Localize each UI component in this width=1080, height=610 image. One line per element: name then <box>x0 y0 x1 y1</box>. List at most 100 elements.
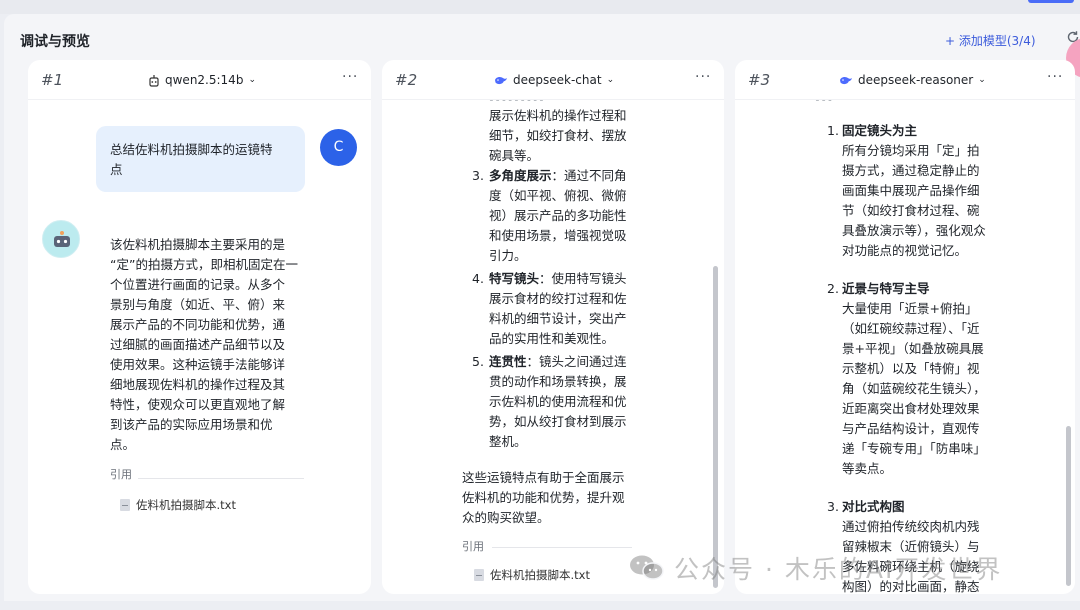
reference-divider <box>492 547 632 548</box>
list-item-text: 与产品结构设计，直观传 <box>842 421 980 436</box>
list-item: 5. 连贯性：镜头之间通过连 贯的动作和场景转换，展 示佐料机的使用流程和优 势… <box>472 352 702 452</box>
list-item-body: 大量使用「近景+俯拍」 （如红碗绞蒜过程）、「近 景+平视」（如叠放碗具展 示整… <box>842 299 1022 479</box>
list-number: 4. <box>472 271 484 286</box>
scrollbar[interactable] <box>713 266 718 588</box>
list-number: 3. <box>827 499 839 514</box>
list-item-text: ：通过不同角 <box>551 168 627 183</box>
more-options-icon[interactable]: ··· <box>1047 69 1063 85</box>
list-item-text: 和使用场景，增强视觉吸 <box>489 228 627 243</box>
answer-list: 1. 固定镜头为主 所有分镜均采用「定」拍 摄方式，通过稳定静止的 画面集中展现… <box>827 121 1047 594</box>
list-item-text: 景+平视」（如叠放碗具展 <box>842 341 984 356</box>
list-item-text: 示佐料机的使用流程和优 <box>489 394 627 409</box>
list-item-text: 展示食材的绞打过程和佐 <box>489 291 627 306</box>
list-item: 2. 近景与特写主导 <box>827 279 1047 299</box>
model-name: deepseek-chat <box>513 73 602 87</box>
answer-list: 3. 多角度展示：通过不同角 度（如平视、俯视、微俯 视）展示产品的多功能性 和… <box>472 166 702 452</box>
model-name: deepseek-reasoner <box>858 73 974 87</box>
list-item-text: ：镜头之间通过连 <box>526 354 627 369</box>
list-item: 4. 特写镜头：使用特写镜头 展示食材的绞打过程和佐 料机的细节设计，突出产 品… <box>472 269 702 349</box>
answer-line: 展示产品的不同功能和优势，通 <box>110 317 286 332</box>
user-avatar: C <box>320 129 357 166</box>
answer-line: 细地展现佐料机的操作过程及其 <box>110 377 286 392</box>
list-item-body: 所有分镜均采用「定」拍 摄方式，通过稳定静止的 画面集中展现产品操作细 节（如绞… <box>842 141 1022 261</box>
panel-title: 调试与预览 <box>20 34 90 50</box>
list-item-text: 具叠放演示等），强化观众 <box>842 223 986 238</box>
card-number: #3 <box>748 71 771 89</box>
bot-avatar <box>42 220 80 258</box>
model-card-1: #1 qwen2.5:14b ⌄ ··· 总结佐料机拍摄脚本的运镜特 点 C 该… <box>28 60 371 594</box>
answer-line: 该佐料机拍摄脚本主要采用的是 <box>110 237 286 252</box>
reference-file-name: 佐料机拍摄脚本.txt <box>490 568 590 582</box>
list-item-text: 对功能点的视觉记忆。 <box>842 243 968 258</box>
list-item-text: ：使用特写镜头 <box>539 271 627 286</box>
list-item-title: 固定镜头为主 <box>842 123 918 138</box>
reference-file[interactable]: 佐料机拍摄脚本.txt <box>120 495 308 515</box>
reference-label: 引用 <box>110 468 132 481</box>
whale-icon <box>840 76 852 84</box>
answer-line: 到该产品的实际应用场景和优 <box>110 417 273 432</box>
list-item-text: 角（如蓝碗绞花生镜头）， <box>842 381 986 396</box>
user-message: 总结佐料机拍摄脚本的运镜特 点 <box>96 126 305 192</box>
top-strip <box>0 0 1080 14</box>
model-card-3: #3 deepseek-reasoner ⌄ ··· 。。。 1. 固定镜头为主… <box>735 60 1075 594</box>
bottom-band <box>4 601 1080 610</box>
reference-divider <box>138 478 304 479</box>
list-item-title: 近景与特写主导 <box>842 281 930 296</box>
wechat-icon <box>628 554 666 582</box>
list-item-title: 对比式构图 <box>842 499 905 514</box>
answer-line: 使用效果。这种运镜手法能够详 <box>110 357 286 372</box>
list-number: 2. <box>827 281 839 296</box>
model-selector[interactable]: deepseek-reasoner ⌄ <box>839 73 986 87</box>
list-item-text: 大量使用「近景+俯拍」 <box>842 301 978 316</box>
card-header: #3 deepseek-reasoner ⌄ ··· <box>735 60 1075 100</box>
list-item-text: 递「专碗专用」「防串味」 <box>842 441 986 456</box>
list-number: 5. <box>472 354 484 369</box>
list-item-text: 品的实用性和美观性。 <box>489 331 615 346</box>
answer-line: 景别与角度（如近、平、俯）来 <box>110 297 286 312</box>
model-name: qwen2.5:14b <box>165 73 244 87</box>
txt-file-icon <box>474 569 484 581</box>
model-selector[interactable]: qwen2.5:14b ⌄ <box>148 73 256 87</box>
list-item-text: 势，如从绞打食材到展示 <box>489 414 627 429</box>
list-item-text: 引力。 <box>489 248 527 263</box>
response-scroll-area[interactable]: 。。。 1. 固定镜头为主 所有分镜均采用「定」拍 摄方式，通过稳定静止的 画面… <box>735 100 1075 594</box>
list-item-text: 通过俯拍传统绞肉机内残 <box>842 519 980 534</box>
card-number: #1 <box>41 71 64 89</box>
reference-label: 引用 <box>462 540 484 553</box>
list-number: 3. <box>472 168 484 183</box>
answer-line: 细节，如绞打食材、摆放 <box>489 128 627 143</box>
chevron-down-icon: ⌄ <box>606 75 615 85</box>
answer-line: 特性，使观众可以更直观地了解 <box>110 397 286 412</box>
reference-file[interactable]: 佐料机拍摄脚本.txt <box>474 567 590 583</box>
top-primary-button-edge[interactable] <box>1028 0 1074 3</box>
list-item-text: 画面集中展现产品操作细 <box>842 183 980 198</box>
list-item-text: （如红碗绞蒜过程）、「近 <box>842 321 980 336</box>
cut-off-line: 。。。 <box>815 100 840 106</box>
robot-icon <box>149 74 159 87</box>
watermark-text: 公众号 · 木乐的AI开发世界 <box>674 555 1003 584</box>
more-options-icon[interactable]: ··· <box>342 69 358 85</box>
watermark: 公众号 · 木乐的AI开发世界 <box>628 550 1002 586</box>
answer-summary: 这些运镜特点有助于全面展示 佐料机的功能和优势，提升观 众的购买欲望。 <box>462 468 672 528</box>
add-model-button[interactable]: + 添加模型(3/4) <box>945 32 1036 49</box>
list-item-text: 所有分镜均采用「定」拍 <box>842 143 980 158</box>
more-options-icon[interactable]: ··· <box>695 69 711 85</box>
card-header: #2 deepseek-chat ⌄ ··· <box>382 60 724 100</box>
list-item-text: 整机。 <box>489 434 527 449</box>
answer-continued: 展示佐料机的操作过程和 细节，如绞打食材、摆放 碗具等。 <box>489 106 689 166</box>
answer-line: 佐料机的功能和优势，提升观 <box>462 490 625 505</box>
scrollbar[interactable] <box>1066 426 1071 586</box>
response-scroll-area[interactable]: 。。。。。。。。。 展示佐料机的操作过程和 细节，如绞打食材、摆放 碗具等。 3… <box>382 100 724 594</box>
user-message-line: 总结佐料机拍摄脚本的运镜特 <box>110 142 273 157</box>
list-item-text: 节（如绞打食材过程、碗 <box>842 203 980 218</box>
answer-line: 展示佐料机的操作过程和 <box>489 108 627 123</box>
list-item-title: 连贯性 <box>489 354 527 369</box>
list-number: 1. <box>827 123 839 138</box>
answer-line: “定”的拍摄方式，即相机固定在一 <box>110 257 298 272</box>
answer-line: 这些运镜特点有助于全面展示 <box>462 470 625 485</box>
chevron-down-icon: ⌄ <box>248 75 256 85</box>
list-item: 3. 对比式构图 <box>827 497 1047 517</box>
list-item-text: 度（如平视、俯视、微俯 <box>489 188 627 203</box>
model-selector[interactable]: deepseek-chat ⌄ <box>494 73 614 87</box>
list-item-text: 示整机）以及「特俯」视 <box>842 361 980 376</box>
